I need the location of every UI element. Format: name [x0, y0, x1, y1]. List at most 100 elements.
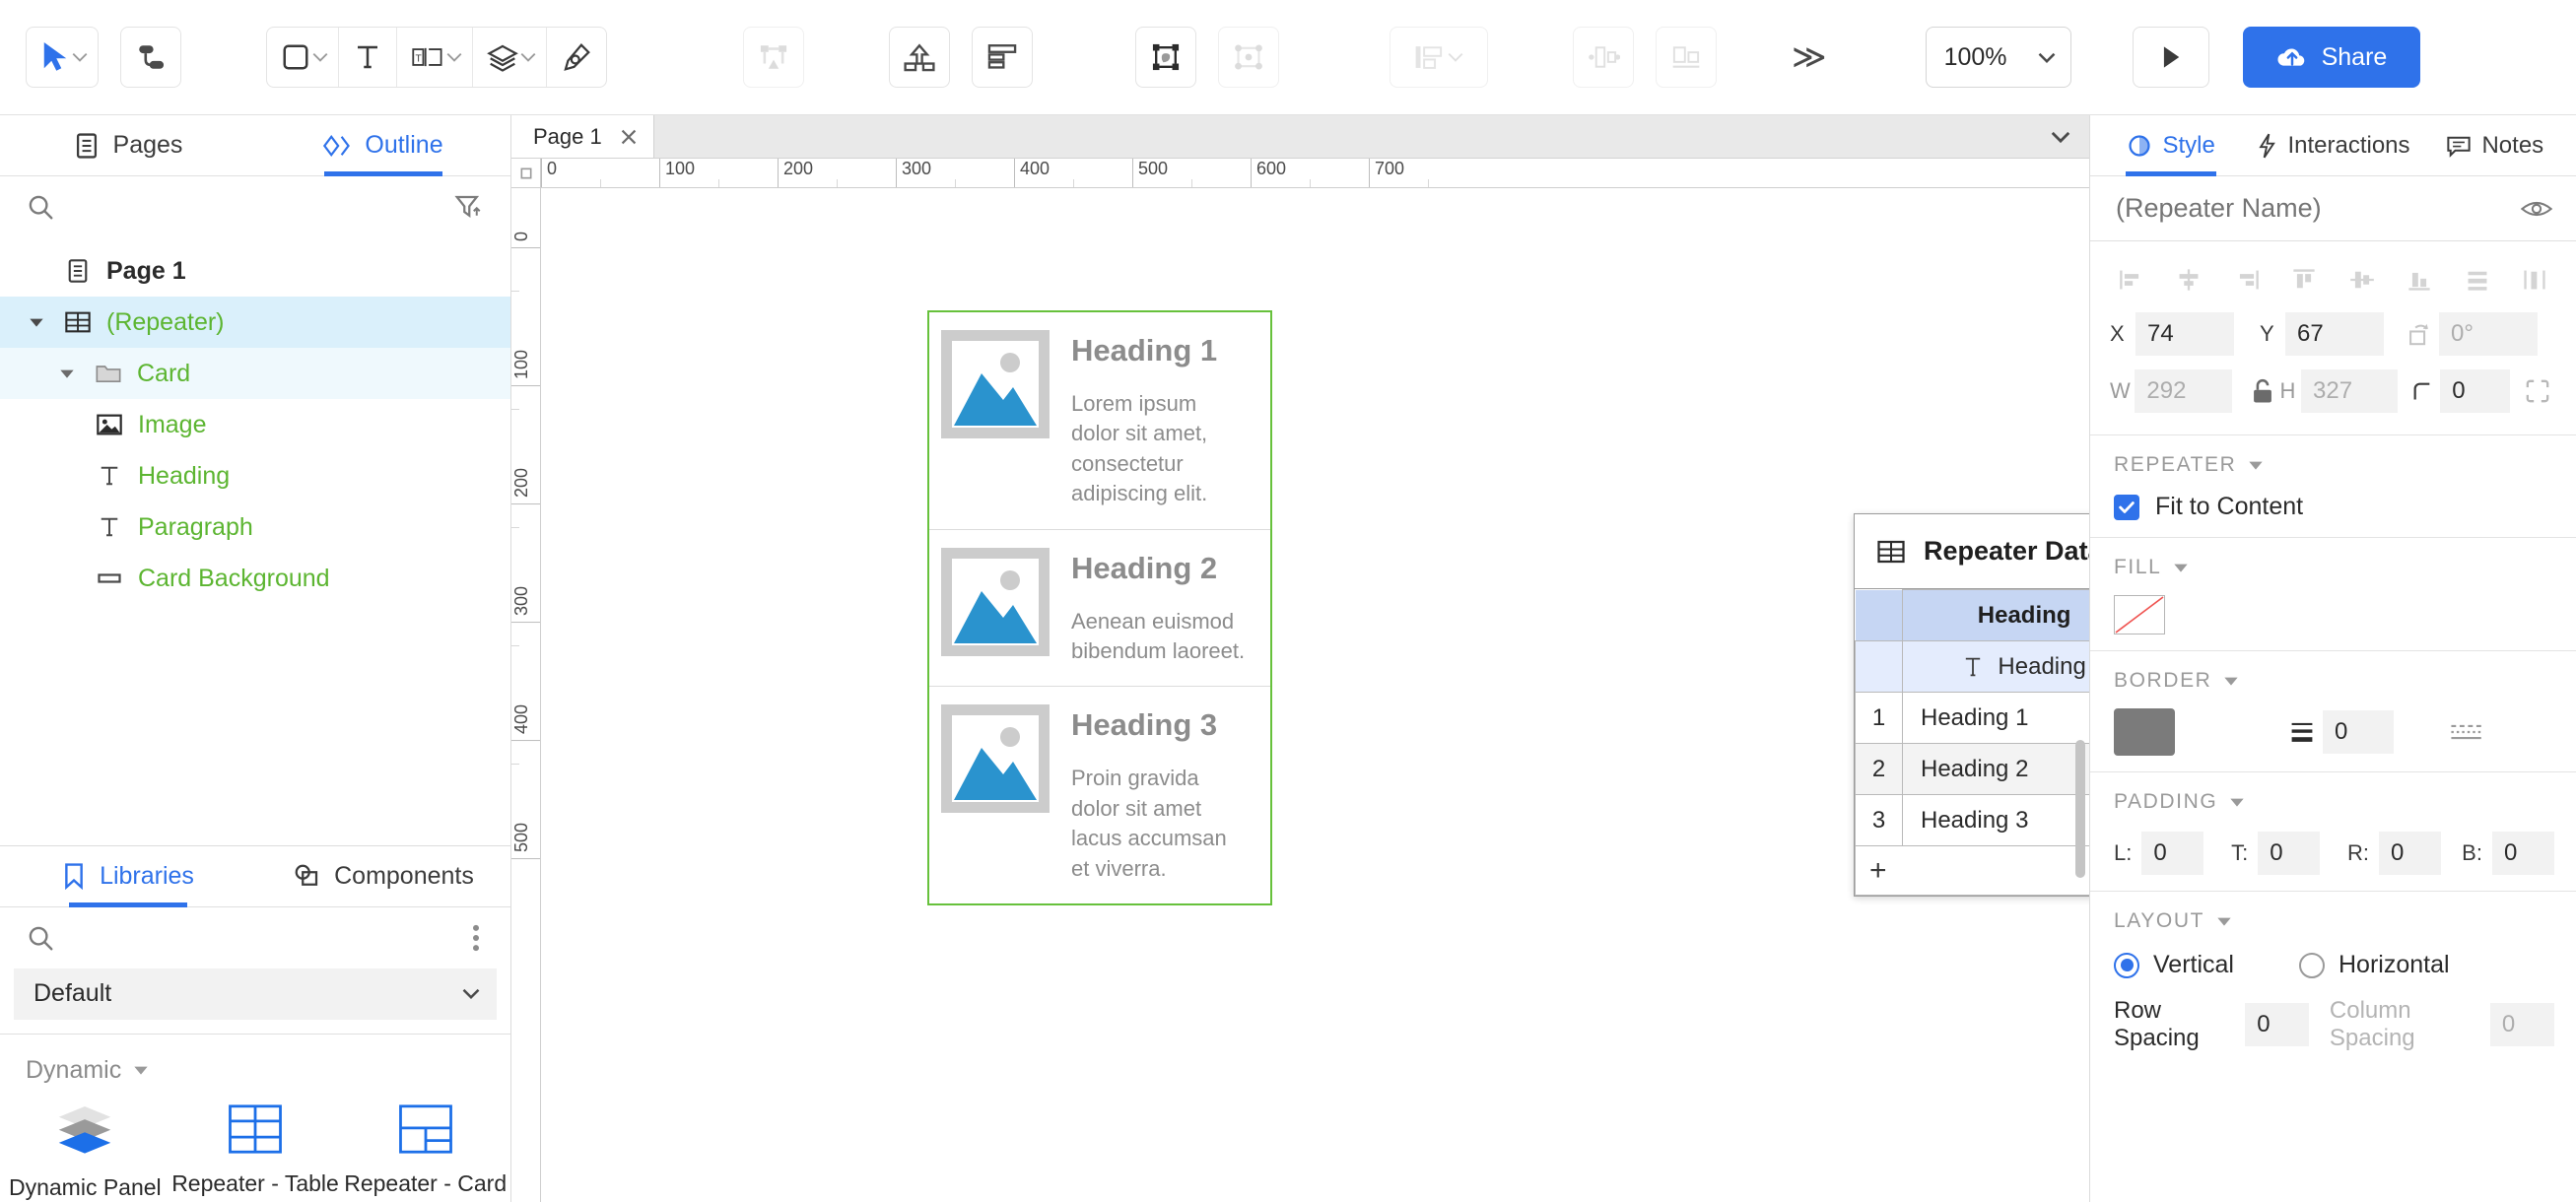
align-middle-v-icon[interactable] — [2342, 263, 2382, 297]
twisty-expanded-icon[interactable] — [24, 316, 49, 328]
eye-icon[interactable] — [2521, 198, 2552, 220]
border-width-input[interactable]: 0 — [2323, 710, 2394, 754]
align-center-h-icon[interactable] — [2169, 263, 2208, 297]
width-input[interactable]: 292 — [2135, 369, 2231, 413]
row-spacing-input[interactable]: 0 — [2245, 1003, 2309, 1046]
library-item-dynamic-panel[interactable]: Dynamic Panel — [0, 1102, 170, 1202]
library-item-repeater-card[interactable]: Repeater - Card — [340, 1102, 510, 1202]
fill-section-header[interactable]: FILL — [2114, 556, 2554, 579]
padding-bottom-input[interactable]: 0 — [2492, 832, 2554, 875]
tree-item-card-background[interactable]: Card Background — [0, 553, 510, 604]
cell-heading[interactable]: Heading 3 — [1903, 795, 2090, 846]
tree-item-card[interactable]: Card — [0, 348, 510, 399]
canvas-vertical-scrollbar[interactable] — [2075, 740, 2085, 878]
kebab-menu-icon[interactable] — [471, 923, 481, 953]
x-input[interactable]: 74 — [2135, 312, 2234, 356]
column-header[interactable]: Heading — [1903, 590, 2090, 641]
border-section-header[interactable]: BORDER — [2114, 669, 2554, 693]
card-item[interactable]: Heading 2 Aenean euismod bibendum laoree… — [929, 530, 1270, 688]
cell-heading[interactable]: Heading 1 — [1903, 693, 2090, 744]
fit-to-content-row[interactable]: Fit to Content — [2114, 493, 2554, 521]
mask-button[interactable] — [1135, 27, 1196, 88]
align-left-icon[interactable] — [2112, 263, 2151, 297]
tree-item-image[interactable]: Image — [0, 399, 510, 450]
bring-front-button[interactable] — [889, 27, 950, 88]
tab-notes[interactable]: Notes — [2414, 115, 2576, 175]
distribute-horizontal-icon[interactable] — [2515, 263, 2554, 297]
repeater-data-dialog[interactable]: Repeater Data Heading — [1854, 513, 2089, 897]
align-button[interactable] — [1390, 27, 1488, 88]
canvas-viewport[interactable]: Heading 1 Lorem ipsum dolor sit amet, co… — [541, 188, 2089, 1202]
tab-outline[interactable]: Outline — [255, 115, 510, 175]
preview-button[interactable] — [2133, 27, 2209, 88]
card-item[interactable]: Heading 1 Lorem ipsum dolor sit amet, co… — [929, 312, 1270, 530]
points-button[interactable] — [1218, 27, 1279, 88]
tab-components[interactable]: Components — [255, 846, 510, 906]
repeater-section-header[interactable]: REPEATER — [2114, 453, 2554, 477]
library-group-dynamic[interactable]: Dynamic — [0, 1035, 510, 1085]
fit-to-content-checkbox[interactable] — [2114, 495, 2139, 520]
padding-right-input[interactable]: 0 — [2379, 832, 2441, 875]
align-top-icon[interactable] — [2284, 263, 2324, 297]
tree-item-paragraph[interactable]: Paragraph — [0, 501, 510, 553]
distribute-h-button[interactable] — [1573, 27, 1634, 88]
textfield-tool[interactable]: T — [397, 28, 472, 87]
library-select[interactable]: Default — [14, 968, 497, 1020]
toolbar-overflow-button[interactable]: ≫ — [1792, 37, 1821, 77]
table-row[interactable]: 1 Heading 1 Lorem ipsum dol... — [1856, 693, 2090, 744]
align-bottom-icon[interactable] — [2400, 263, 2439, 297]
tab-libraries[interactable]: Libraries — [0, 846, 255, 906]
tree-item-page-1[interactable]: Page 1 — [0, 245, 510, 297]
corner-all-icon[interactable] — [2524, 377, 2556, 405]
close-x-icon[interactable] — [620, 128, 638, 146]
padding-left-input[interactable]: 0 — [2141, 832, 2203, 875]
shape-tool[interactable] — [267, 28, 338, 87]
search-icon[interactable] — [26, 923, 55, 953]
padding-section-header[interactable]: PADDING — [2114, 790, 2554, 814]
page-tab-overflow-button[interactable] — [2032, 115, 2089, 158]
tree-item-heading[interactable]: Heading — [0, 450, 510, 501]
twisty-expanded-icon[interactable] — [54, 367, 80, 379]
table-row[interactable]: 3 Heading 3 Proin gravida do... — [1856, 795, 2090, 846]
fill-swatch-none[interactable] — [2114, 595, 2165, 634]
pen-tool[interactable] — [547, 28, 606, 87]
zoom-select[interactable]: 100% — [1926, 27, 2071, 88]
group-button[interactable] — [743, 27, 804, 88]
distribute-v-button[interactable] — [1656, 27, 1717, 88]
add-row[interactable]: + — [1856, 846, 2090, 896]
layout-section-header[interactable]: LAYOUT — [2114, 909, 2554, 933]
line-style-dashed-icon[interactable] — [2449, 720, 2488, 744]
card-item[interactable]: Heading 3 Proin gravida dolor sit amet l… — [929, 687, 1270, 903]
search-icon[interactable] — [26, 192, 55, 222]
layout-horizontal-radio[interactable] — [2299, 953, 2325, 978]
filter-sort-icon[interactable] — [453, 192, 483, 222]
text-tool[interactable] — [339, 28, 396, 87]
tree-item-repeater[interactable]: (Repeater) — [0, 297, 510, 348]
corner-radius-input[interactable]: 0 — [2440, 369, 2510, 413]
page-tab[interactable]: Page 1 — [511, 115, 654, 158]
y-input[interactable]: 67 — [2285, 312, 2384, 356]
layers-tool[interactable] — [473, 28, 546, 87]
distribute-vertical-icon[interactable] — [2458, 263, 2497, 297]
repeater-widget[interactable]: Heading 1 Lorem ipsum dolor sit amet, co… — [927, 310, 1272, 905]
select-tool[interactable] — [27, 28, 98, 87]
cell-heading[interactable]: Heading 2 — [1903, 744, 2090, 795]
table-row[interactable]: 2 Heading 2 Aenean euismod... — [1856, 744, 2090, 795]
align-right-icon[interactable] — [2227, 263, 2267, 297]
tab-style[interactable]: Style — [2090, 115, 2252, 175]
column-spacing-input[interactable]: 0 — [2490, 1003, 2554, 1046]
field-cell-heading[interactable]: Heading — [1903, 641, 2090, 693]
border-color-swatch[interactable] — [2114, 708, 2175, 756]
library-item-repeater-table[interactable]: Repeater - Table — [170, 1102, 341, 1202]
height-input[interactable]: 327 — [2301, 369, 2398, 413]
unlock-icon[interactable] — [2245, 377, 2279, 405]
send-back-button[interactable] — [972, 27, 1033, 88]
layout-vertical-radio[interactable] — [2114, 953, 2139, 978]
widget-name-input[interactable] — [2114, 192, 2488, 225]
share-button[interactable]: Share — [2243, 27, 2421, 88]
tab-interactions[interactable]: Interactions — [2252, 115, 2413, 175]
padding-top-input[interactable]: 0 — [2258, 832, 2320, 875]
rotation-input[interactable]: 0° — [2439, 312, 2538, 356]
add-row-button[interactable]: + — [1856, 846, 2090, 896]
connector-tool[interactable] — [120, 27, 181, 88]
